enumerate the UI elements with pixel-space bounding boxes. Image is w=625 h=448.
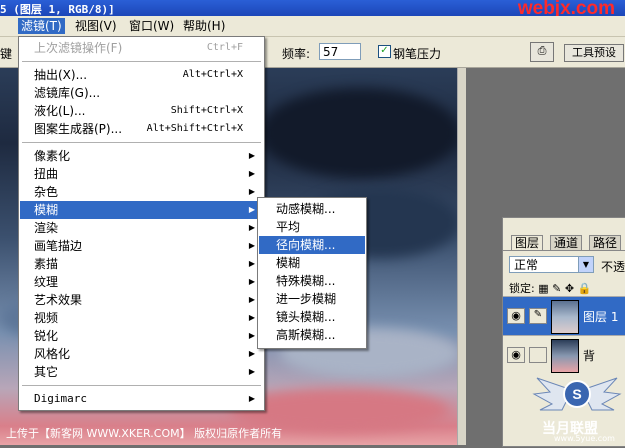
lock-row: 锁定: ▦ ✎ ✥ 🔒 [509,280,591,296]
lock-all-icon[interactable]: 🔒 [578,282,592,295]
submenu-item-radial-blur[interactable]: 径向模糊... [259,236,365,254]
menu-separator [22,142,261,143]
tab-channels[interactable]: 通道 [550,235,583,250]
blur-submenu: 动感模糊... 平均 径向模糊... 模糊 特殊模糊... 进一步模糊 镜头模糊… [257,197,367,349]
menu-item-filter-gallery[interactable]: 滤镜库(G)... [20,84,263,102]
tab-paths[interactable]: 路径 [589,235,622,250]
brush-icon[interactable]: ✎ [529,308,547,324]
submenu-item-lens-blur[interactable]: 镜头模糊... [259,308,365,326]
menu-item-sharpen[interactable]: 锐化 ▶ [20,327,263,345]
menu-separator [22,61,261,62]
options-cut-label: 键 [0,47,13,61]
chevron-right-icon: ▶ [248,394,255,403]
svg-text:S: S [572,386,581,402]
frequency-input[interactable]: 57 [319,43,361,60]
chevron-right-icon: ▶ [248,187,255,196]
chevron-right-icon: ▶ [248,151,255,160]
menu-item-video[interactable]: 视频 ▶ [20,309,263,327]
menu-item-noise[interactable]: 杂色 ▶ [20,183,263,201]
chevron-right-icon: ▶ [248,205,255,214]
tool-presets-button[interactable]: 工具预设 [564,44,624,62]
layer-thumbnail [551,300,579,334]
eye-icon[interactable]: ◉ [507,347,525,363]
link-slot[interactable] [529,347,547,363]
lock-move-icon[interactable]: ✥ [565,282,574,295]
chevron-down-icon[interactable]: ▼ [578,257,593,272]
layer-row[interactable]: ◉ 背 [503,335,625,374]
lock-label: 锁定: [509,282,535,295]
submenu-item-motion-blur[interactable]: 动感模糊... [259,200,365,218]
tab-layers[interactable]: 图层 [511,235,544,250]
badge-url: www.5yue.com [554,434,615,443]
submenu-item-average[interactable]: 平均 [259,218,365,236]
menu-item-other[interactable]: 其它 ▶ [20,363,263,381]
menu-item-blur[interactable]: 模糊 ▶ [20,201,263,219]
menu-view[interactable]: 视图(V) [72,18,120,34]
menu-item-last-filter[interactable]: 上次滤镜操作(F) Ctrl+F [20,39,263,57]
chevron-right-icon: ▶ [248,295,255,304]
chevron-right-icon: ▶ [248,259,255,268]
title-bar: 5 (图层 1, RGB/8)] webjx.com [0,0,625,19]
filter-menu: 上次滤镜操作(F) Ctrl+F 抽出(X)... Alt+Ctrl+X 滤镜库(G… [18,36,265,411]
menu-window[interactable]: 窗口(W) [126,18,177,34]
submenu-item-blur[interactable]: 模糊 [259,254,365,272]
chevron-right-icon: ▶ [248,313,255,322]
menu-help[interactable]: 帮助(H) [180,18,228,34]
printer-icon[interactable]: ⎙ [530,42,554,62]
frequency-label: 频率: [282,47,311,61]
menu-item-stylize[interactable]: 风格化 ▶ [20,345,263,363]
menu-separator [22,385,261,386]
chevron-right-icon: ▶ [248,367,255,376]
opacity-label: 不透 [601,260,625,274]
upload-caption: 上传于【新客网 WWW.XKER.COM】 版权归原作者所有 [6,427,283,440]
cloud-shape [260,88,457,178]
chevron-right-icon: ▶ [248,241,255,250]
window-title: 5 (图层 1, RGB/8)] [0,3,115,16]
submenu-item-gaussian-blur[interactable]: 高斯模糊... [259,326,365,344]
canvas-scroll-edge [457,68,466,445]
submenu-item-smart-blur[interactable]: 特殊模糊... [259,272,365,290]
lock-brush-icon[interactable]: ✎ [552,282,561,295]
layer-row[interactable]: ◉ ✎ 图层 1 [503,296,625,335]
pen-pressure-checkbox[interactable]: ✓ [378,45,391,58]
chevron-right-icon: ▶ [248,331,255,340]
chevron-right-icon: ▶ [248,223,255,232]
menu-item-pattern-maker[interactable]: 图案生成器(P)... Alt+Shift+Ctrl+X [20,120,263,138]
menu-item-brush-strokes[interactable]: 画笔描边 ▶ [20,237,263,255]
layer-name: 背 [583,349,596,363]
menu-item-render[interactable]: 渲染 ▶ [20,219,263,237]
menu-item-sketch[interactable]: 素描 ▶ [20,255,263,273]
eye-icon[interactable]: ◉ [507,308,525,324]
submenu-item-blur-more[interactable]: 进一步模糊 [259,290,365,308]
menu-item-distort[interactable]: 扭曲 ▶ [20,165,263,183]
pen-pressure-label: 钢笔压力 [393,47,442,61]
menu-item-liquify[interactable]: 液化(L)... Shift+Ctrl+X [20,102,263,120]
site-logo-badge: S 当月联盟 www.5yue.com [532,370,622,445]
menu-item-digimarc[interactable]: Digimarc ▶ [20,390,263,408]
menu-item-artistic[interactable]: 艺术效果 ▶ [20,291,263,309]
chevron-right-icon: ▶ [248,349,255,358]
chevron-right-icon: ▶ [248,277,255,286]
blend-mode-value: 正常 [514,258,539,272]
lock-transparency-icon[interactable]: ▦ [538,282,548,295]
menu-item-pixelate[interactable]: 像素化 ▶ [20,147,263,165]
menu-item-extract[interactable]: 抽出(X)... Alt+Ctrl+X [20,66,263,84]
menu-bar: 滤镜(T) 视图(V) 窗口(W) 帮助(H) [0,16,625,37]
blend-mode-select[interactable]: 正常 ▼ [509,256,594,273]
layers-tabs: 图层 通道 路径 [503,234,625,251]
layer-thumbnail [551,339,579,373]
menu-item-texture[interactable]: 纹理 ▶ [20,273,263,291]
layer-name: 图层 1 [583,310,619,324]
menu-filter[interactable]: 滤镜(T) [18,18,65,34]
chevron-right-icon: ▶ [248,169,255,178]
